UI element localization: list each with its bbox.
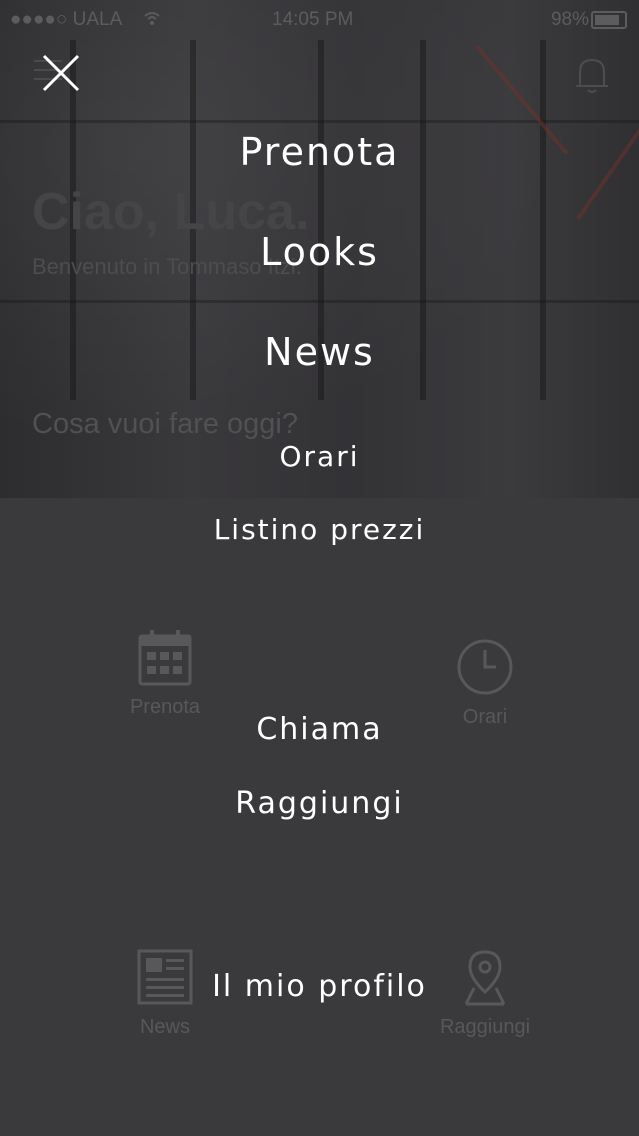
navigation-menu-overlay: Prenota Looks News Orari Listino prezzi … — [0, 0, 639, 1136]
menu-item-looks[interactable]: Looks — [0, 230, 639, 274]
menu-item-orari[interactable]: Orari — [0, 440, 639, 473]
close-icon[interactable] — [40, 52, 82, 94]
menu-item-listino-prezzi[interactable]: Listino prezzi — [0, 513, 639, 546]
menu-item-il-mio-profilo[interactable]: Il mio profilo — [0, 969, 639, 1004]
menu-item-raggiungi[interactable]: Raggiungi — [0, 786, 639, 821]
menu-item-news[interactable]: News — [0, 330, 639, 374]
menu-item-chiama[interactable]: Chiama — [0, 712, 639, 747]
menu-item-prenota[interactable]: Prenota — [0, 130, 639, 174]
